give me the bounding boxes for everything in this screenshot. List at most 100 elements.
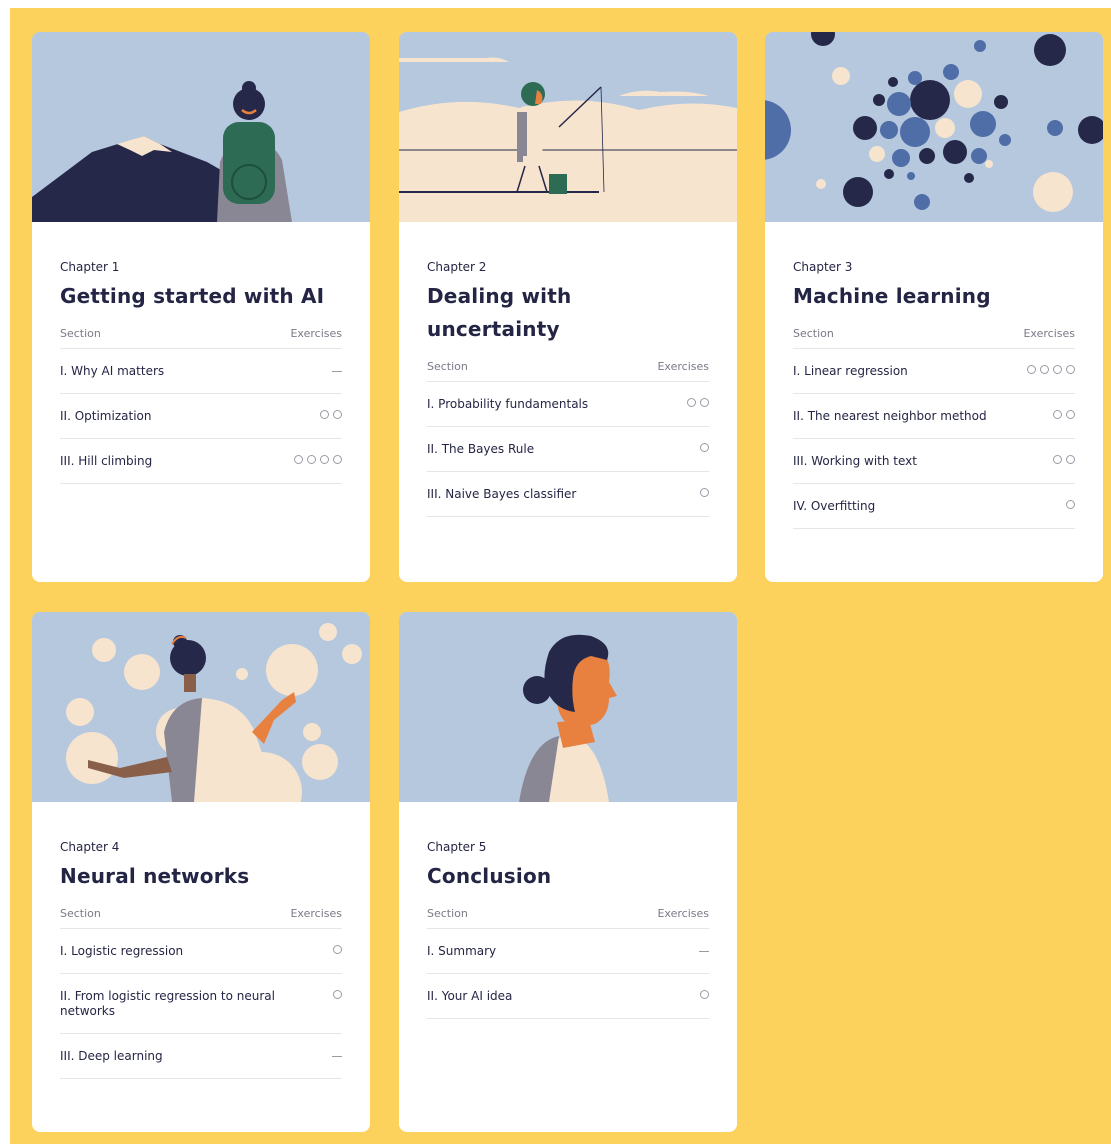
section-row[interactable]: I. Summary bbox=[427, 929, 709, 974]
section-label: IV. Overfitting bbox=[793, 499, 876, 513]
exercise-incomplete-circle-icon bbox=[1053, 410, 1062, 419]
section-row[interactable]: I. Why AI matters bbox=[60, 349, 342, 394]
chapter-title[interactable]: Conclusion bbox=[427, 860, 709, 893]
exercise-incomplete-circle-icon bbox=[333, 410, 342, 419]
section-label: III. Working with text bbox=[793, 454, 917, 468]
section-label: I. Why AI matters bbox=[60, 364, 165, 378]
section-label: II. Your AI idea bbox=[427, 989, 513, 1003]
chapter-card-1[interactable]: Chapter 1 Getting started with AI Sectio… bbox=[32, 32, 370, 582]
exercise-indicators bbox=[332, 364, 342, 372]
exercise-incomplete-circle-icon bbox=[320, 455, 329, 464]
section-column-header: Section bbox=[427, 907, 468, 920]
exercise-indicators bbox=[687, 397, 709, 407]
exercise-incomplete-circle-icon bbox=[700, 990, 709, 999]
exercises-column-header: Exercises bbox=[657, 360, 709, 373]
no-exercises-dash-icon bbox=[699, 951, 709, 952]
no-exercises-dash-icon bbox=[332, 1056, 342, 1057]
chapter-title[interactable]: Dealing with uncertainty bbox=[427, 280, 709, 346]
exercise-indicators bbox=[1027, 364, 1075, 374]
exercise-incomplete-circle-icon bbox=[1066, 410, 1075, 419]
exercise-incomplete-circle-icon bbox=[320, 410, 329, 419]
exercise-incomplete-circle-icon bbox=[307, 455, 316, 464]
chapter-card-2[interactable]: Chapter 2 Dealing with uncertainty Secti… bbox=[399, 32, 737, 582]
section-table-header: Section Exercises bbox=[427, 360, 709, 382]
exercises-column-header: Exercises bbox=[1023, 327, 1075, 340]
section-table-header: Section Exercises bbox=[793, 327, 1075, 349]
chapter-title[interactable]: Getting started with AI bbox=[60, 280, 342, 313]
exercises-column-header: Exercises bbox=[290, 907, 342, 920]
exercise-incomplete-circle-icon bbox=[1066, 455, 1075, 464]
exercise-indicators bbox=[700, 442, 709, 452]
profile-portrait-illustration bbox=[399, 612, 737, 802]
no-exercises-dash-icon bbox=[332, 371, 342, 372]
section-row[interactable]: III. Deep learning bbox=[60, 1034, 342, 1079]
exercise-incomplete-circle-icon bbox=[1053, 455, 1062, 464]
chapter-number: Chapter 5 bbox=[427, 840, 487, 854]
exercises-column-header: Exercises bbox=[290, 327, 342, 340]
section-label: I. Summary bbox=[427, 944, 497, 958]
exercise-indicators bbox=[699, 944, 709, 952]
section-column-header: Section bbox=[427, 360, 468, 373]
section-row[interactable]: II. From logistic regression to neural n… bbox=[60, 974, 342, 1034]
chapter-card-3[interactable]: Chapter 3 Machine learning Section Exerc… bbox=[765, 32, 1103, 582]
exercise-indicators bbox=[1066, 499, 1075, 509]
section-column-header: Section bbox=[60, 327, 101, 340]
section-label: II. The nearest neighbor method bbox=[793, 409, 987, 423]
section-label: II. Optimization bbox=[60, 409, 152, 423]
chapter-number: Chapter 2 bbox=[427, 260, 487, 274]
exercise-incomplete-circle-icon bbox=[687, 398, 696, 407]
section-row[interactable]: II. Your AI idea bbox=[427, 974, 709, 1019]
chapter-number: Chapter 4 bbox=[60, 840, 120, 854]
chapter-title[interactable]: Machine learning bbox=[793, 280, 1075, 313]
hiker-mountain-illustration bbox=[32, 32, 370, 222]
bubble-cluster-illustration bbox=[765, 32, 1103, 222]
section-label: II. From logistic regression to neural n… bbox=[60, 989, 275, 1018]
section-row[interactable]: IV. Overfitting bbox=[793, 484, 1075, 529]
exercises-column-header: Exercises bbox=[657, 907, 709, 920]
section-row[interactable]: III. Working with text bbox=[793, 439, 1075, 484]
juggler-bubbles-illustration bbox=[32, 612, 370, 802]
exercise-incomplete-circle-icon bbox=[700, 398, 709, 407]
exercise-incomplete-circle-icon bbox=[700, 488, 709, 497]
exercise-incomplete-circle-icon bbox=[333, 455, 342, 464]
section-row[interactable]: II. The nearest neighbor method bbox=[793, 394, 1075, 439]
section-label: I. Linear regression bbox=[793, 364, 908, 378]
exercise-indicators bbox=[294, 454, 342, 464]
section-row[interactable]: II. Optimization bbox=[60, 394, 342, 439]
top-border bbox=[0, 0, 1111, 8]
section-row[interactable]: I. Probability fundamentals bbox=[427, 382, 709, 427]
exercise-indicators bbox=[320, 409, 342, 419]
exercise-indicators bbox=[700, 487, 709, 497]
chapter-title[interactable]: Neural networks bbox=[60, 860, 342, 893]
section-label: III. Hill climbing bbox=[60, 454, 153, 468]
exercise-incomplete-circle-icon bbox=[333, 945, 342, 954]
section-label: II. The Bayes Rule bbox=[427, 442, 535, 456]
exercise-indicators bbox=[333, 944, 342, 954]
section-column-header: Section bbox=[60, 907, 101, 920]
section-row[interactable]: III. Naive Bayes classifier bbox=[427, 472, 709, 517]
section-label: I. Logistic regression bbox=[60, 944, 184, 958]
section-label: III. Deep learning bbox=[60, 1049, 163, 1063]
chapter-number: Chapter 1 bbox=[60, 260, 120, 274]
exercise-incomplete-circle-icon bbox=[1040, 365, 1049, 374]
exercise-incomplete-circle-icon bbox=[1053, 365, 1062, 374]
chapter-card-4[interactable]: Chapter 4 Neural networks Section Exerci… bbox=[32, 612, 370, 1132]
section-row[interactable]: I. Linear regression bbox=[793, 349, 1075, 394]
section-row[interactable]: II. The Bayes Rule bbox=[427, 427, 709, 472]
exercise-incomplete-circle-icon bbox=[294, 455, 303, 464]
exercise-incomplete-circle-icon bbox=[700, 443, 709, 452]
section-row[interactable]: III. Hill climbing bbox=[60, 439, 342, 484]
chapter-card-5[interactable]: Chapter 5 Conclusion Section Exercises I… bbox=[399, 612, 737, 1132]
section-label: III. Naive Bayes classifier bbox=[427, 487, 577, 501]
exercise-indicators bbox=[1053, 454, 1075, 464]
exercise-incomplete-circle-icon bbox=[333, 990, 342, 999]
section-label: I. Probability fundamentals bbox=[427, 397, 589, 411]
left-border bbox=[0, 0, 10, 1144]
ice-fishing-illustration bbox=[399, 32, 737, 222]
section-table-header: Section Exercises bbox=[427, 907, 709, 929]
section-table-header: Section Exercises bbox=[60, 907, 342, 929]
exercise-indicators bbox=[333, 989, 342, 999]
exercise-incomplete-circle-icon bbox=[1027, 365, 1036, 374]
section-row[interactable]: I. Logistic regression bbox=[60, 929, 342, 974]
exercise-incomplete-circle-icon bbox=[1066, 365, 1075, 374]
